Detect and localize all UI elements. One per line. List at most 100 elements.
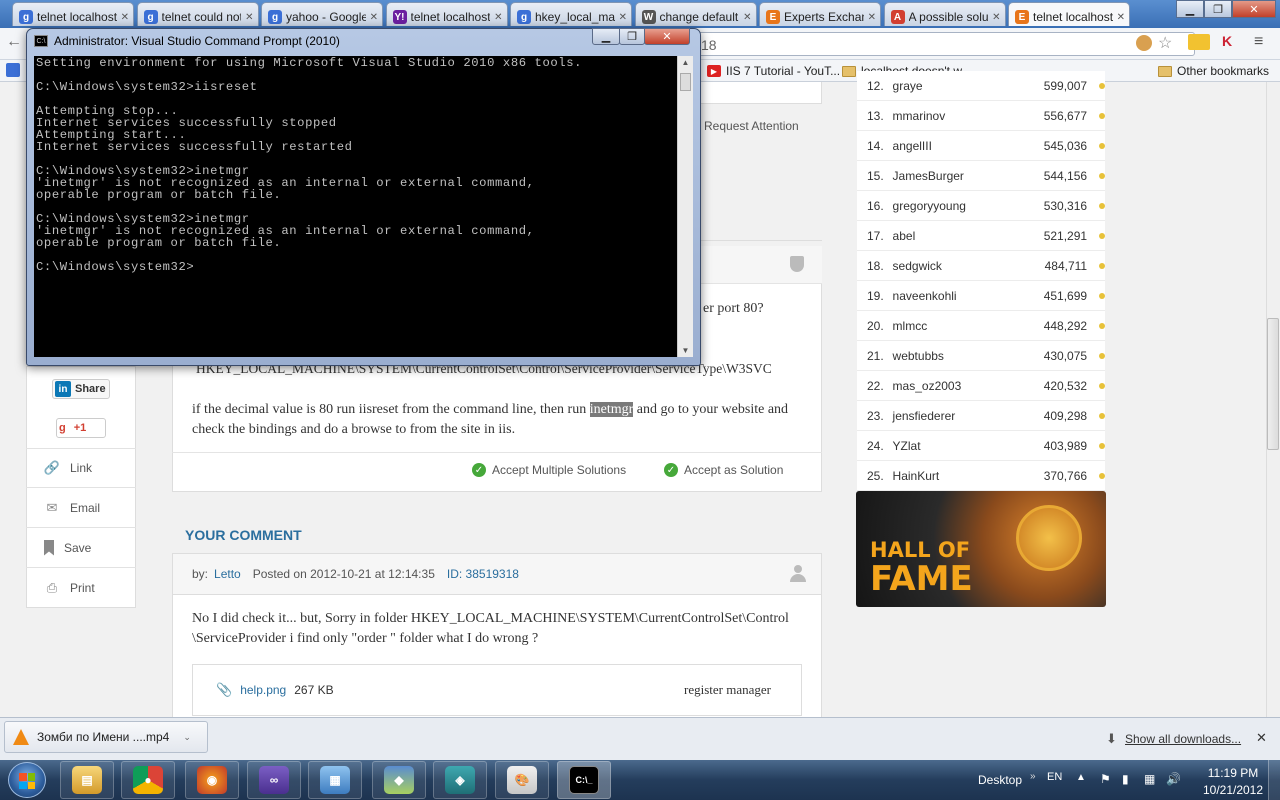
ranking-row[interactable]: 13. mmarinov 556,677 <box>857 101 1105 131</box>
tab-9[interactable]: Etelnet localhost ✕ <box>1008 2 1130 26</box>
ranking-row[interactable]: 19. naveenkohli 451,699 <box>857 281 1105 311</box>
ee-icon: E <box>766 10 780 24</box>
ranking-row[interactable]: 24. YZlat 403,989 <box>857 431 1105 461</box>
accept-solution-button[interactable]: ✓ Accept as Solution <box>664 463 783 477</box>
ranking-row[interactable]: 20. mlmcc 448,292 <box>857 311 1105 341</box>
tab-close-icon[interactable]: ✕ <box>121 12 129 23</box>
scrollbar-thumb[interactable] <box>1267 318 1279 450</box>
apps-icon[interactable] <box>6 63 20 77</box>
tab-4[interactable]: Y! telnet localhost ✕ <box>385 2 508 26</box>
cmd-output[interactable]: Setting environment for using Microsoft … <box>34 56 677 357</box>
tab-close-icon[interactable]: ✕ <box>494 12 502 23</box>
extension-folder-icon[interactable] <box>1188 34 1210 50</box>
close-window-button[interactable]: ✕ <box>1232 0 1276 18</box>
print-button[interactable]: ⎙ Print <box>26 568 136 608</box>
tab-7[interactable]: E Experts Exchan ✕ <box>759 2 881 26</box>
maximize-button[interactable]: ❐ <box>1204 0 1232 18</box>
ranking-points: 370,766 <box>1043 468 1088 483</box>
ranking-row[interactable]: 23. jensfiederer 409,298 <box>857 401 1105 431</box>
chevron-icon[interactable]: » <box>1030 771 1036 782</box>
hall-of-fame-banner[interactable]: HALL OF FAME <box>856 491 1106 607</box>
tab-1[interactable]: g telnet localhost ✕ <box>12 2 134 26</box>
ranking-row[interactable]: 22. mas_oz2003 420,532 <box>857 371 1105 401</box>
tab-label: A possible solu <box>908 10 989 24</box>
tab-close-icon[interactable]: ✕ <box>245 12 253 23</box>
taskbar-app-button[interactable]: ◆ <box>372 761 426 799</box>
start-button[interactable] <box>8 762 46 798</box>
desktop-toolbar-label[interactable]: Desktop <box>978 773 1022 787</box>
tab-label: yahoo - Google <box>286 10 366 24</box>
show-hidden-icons-icon[interactable]: ▲ <box>1076 772 1086 783</box>
cmd-minimize-button[interactable]: ▁ <box>592 28 620 45</box>
tab-5[interactable]: g hkey_local_ma ✕ <box>510 2 632 26</box>
ranking-row[interactable]: 17. abel 521,291 <box>857 221 1105 251</box>
ranking-row[interactable]: 16. gregoryyoung 530,316 <box>857 191 1105 221</box>
tab-2[interactable]: g telnet could not ✕ <box>136 2 259 26</box>
bookmark-other[interactable]: Other bookmarks <box>1158 62 1269 80</box>
link-button[interactable]: 🔗 Link <box>26 448 136 488</box>
wrench-menu-icon[interactable]: ≡ <box>1254 33 1263 51</box>
scroll-down-icon[interactable]: ▼ <box>678 346 693 355</box>
tab-close-icon[interactable]: ✕ <box>868 12 876 23</box>
power-icon[interactable]: ▮ <box>1122 772 1129 786</box>
tab-label: Experts Exchan <box>784 10 864 24</box>
minimize-button[interactable]: ▁ <box>1176 0 1204 18</box>
cmd-maximize-button[interactable]: ❐ <box>619 28 645 45</box>
tab-8[interactable]: AA possible solu ✕ <box>883 2 1006 26</box>
comment-id[interactable]: ID: 38519318 <box>447 567 519 581</box>
network-icon[interactable]: ▦ <box>1144 772 1155 786</box>
taskbar-app-button[interactable]: ∞ <box>247 761 301 799</box>
tab-close-icon[interactable]: ✕ <box>619 12 627 23</box>
taskbar-app-button[interactable]: ◉ <box>185 761 239 799</box>
email-button[interactable]: ✉ Email <box>26 488 136 528</box>
show-all-downloads-link[interactable]: Show all downloads... <box>1125 732 1241 746</box>
tab-close-icon[interactable]: ✕ <box>992 12 1000 23</box>
taskbar-app-button[interactable]: ▤ <box>60 761 114 799</box>
tab-close-icon[interactable]: ✕ <box>743 12 751 23</box>
accept-multiple-button[interactable]: ✓ Accept Multiple Solutions <box>472 463 626 477</box>
taskbar-app-button[interactable]: C:\_ <box>557 761 611 799</box>
tab-close-icon[interactable]: ✕ <box>370 12 378 23</box>
back-icon[interactable]: ← <box>6 33 26 53</box>
attachment-link[interactable]: help.png <box>240 683 286 697</box>
ranking-row[interactable]: 14. angelIII 545,036 <box>857 131 1105 161</box>
cmd-close-button[interactable]: ✕ <box>644 28 690 45</box>
bookmark-iis-tutorial[interactable]: ▶ IIS 7 Tutorial - YouT... <box>707 62 840 80</box>
download-item[interactable]: Зомби по Имени ....mp4 ⌄ <box>4 721 208 753</box>
clock[interactable]: 11:19 PM 10/21/2012 <box>1200 766 1266 797</box>
show-desktop-button[interactable] <box>1268 760 1280 800</box>
request-attention-link[interactable]: Request Attention <box>704 119 799 133</box>
bookmark-star-icon[interactable]: ☆ <box>1158 33 1172 53</box>
medal-dot-icon <box>1099 172 1105 179</box>
tab-3[interactable]: g yahoo - Google ✕ <box>261 2 383 26</box>
ranking-row[interactable]: 12. graye 599,007 <box>857 71 1105 101</box>
linkedin-share-button[interactable]: in Share <box>52 379 110 399</box>
ranking-row[interactable]: 25. HainKurt 370,766 <box>857 461 1105 491</box>
medal-dot-icon <box>1099 412 1105 419</box>
extension-k-icon[interactable]: K <box>1222 33 1232 49</box>
cmd-taskbar-icon: C:\_ <box>569 766 599 794</box>
chevron-down-icon[interactable]: ⌄ <box>183 732 191 743</box>
tab-6[interactable]: Wchange default ✕ <box>634 2 757 26</box>
action-center-flag-icon[interactable]: ⚑ <box>1100 772 1111 786</box>
taskbar-app-button[interactable]: ◈ <box>433 761 487 799</box>
ranking-row[interactable]: 18. sedgwick 484,711 <box>857 251 1105 281</box>
ranking-row[interactable]: 15. JamesBurger 544,156 <box>857 161 1105 191</box>
cmd-titlebar[interactable]: C:\ Administrator: Visual Studio Command… <box>34 31 340 51</box>
extension-icon[interactable] <box>1136 35 1152 51</box>
cmd-scroll-thumb[interactable] <box>680 73 691 91</box>
google-plus-button[interactable]: g +1 <box>56 418 106 438</box>
taskbar-app-button[interactable]: 🎨 <box>495 761 549 799</box>
language-indicator[interactable]: EN <box>1047 771 1062 783</box>
close-downloads-icon[interactable]: ✕ <box>1256 730 1267 746</box>
author-link[interactable]: Letto <box>214 567 241 581</box>
taskbar-app-button[interactable]: ▦ <box>308 761 362 799</box>
ranking-row[interactable]: 21. webtubbs 430,075 <box>857 341 1105 371</box>
ranking-number: 13. <box>867 108 884 123</box>
scroll-up-icon[interactable]: ▲ <box>678 58 693 67</box>
volume-icon[interactable]: 🔊 <box>1166 772 1181 786</box>
taskbar-app-button[interactable]: ● <box>121 761 175 799</box>
tab-close-icon[interactable]: ✕ <box>1117 12 1125 23</box>
save-button[interactable]: Save <box>26 528 136 568</box>
cmd-scrollbar[interactable]: ▲ ▼ <box>677 56 693 357</box>
